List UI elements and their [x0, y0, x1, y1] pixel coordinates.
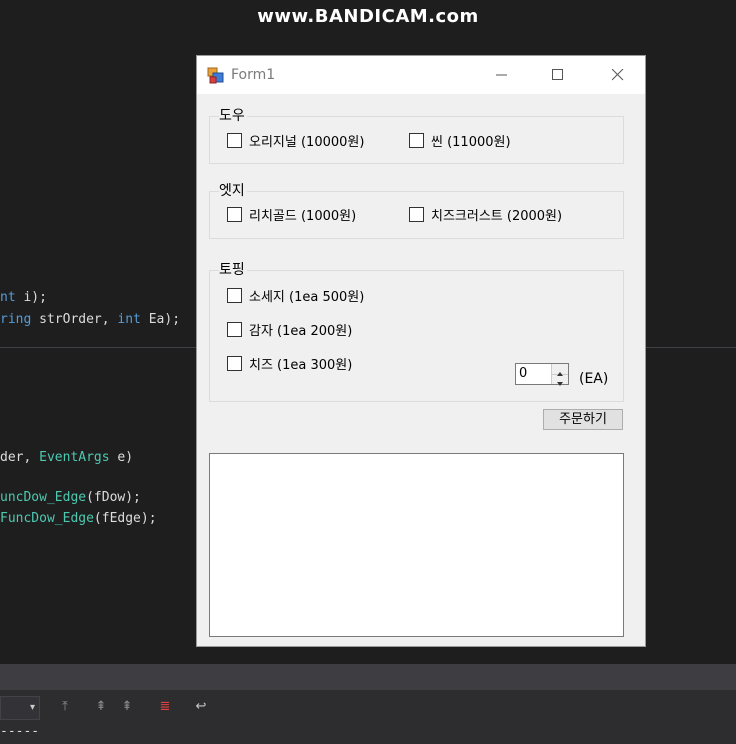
order-button[interactable]: 주문하기 [543, 409, 623, 430]
order-result-textbox[interactable] [209, 453, 624, 637]
topping-potato-checkbox[interactable] [227, 322, 242, 337]
edge-group-label: 엣지 [219, 180, 247, 200]
code-text: i); [15, 290, 47, 305]
code-text: (fDow); [86, 490, 141, 505]
code-type: EventArgs [39, 450, 110, 465]
goto-next-icon[interactable]: ⇞ [92, 698, 110, 716]
dough-original-label[interactable]: 오리지널 (10000원) [249, 131, 364, 150]
code-line: uncDow_Edge(fDow); [0, 490, 141, 505]
dough-original-checkbox[interactable] [227, 133, 242, 148]
edge-cheesecrust-label[interactable]: 치즈크러스트 (2000원) [431, 205, 562, 224]
goto-next-alt-icon[interactable]: ⇞ [118, 698, 136, 716]
code-type: uncDow_Edge [0, 490, 87, 505]
minimize-icon [496, 74, 507, 76]
topping-sausage-checkbox[interactable] [227, 288, 242, 303]
output-panel-header [0, 664, 736, 690]
code-text: der, [0, 450, 40, 465]
stepper-down-button[interactable] [552, 374, 568, 386]
code-text: Ea); [140, 312, 181, 327]
dough-group-label: 도우 [219, 105, 247, 125]
code-text: strOrder, [31, 312, 118, 327]
topping-cheese-checkbox[interactable] [227, 356, 242, 371]
chevron-down-icon: ▾ [29, 702, 35, 713]
code-line: FuncDow_Edge(fEdge); [0, 511, 157, 526]
goto-previous-icon[interactable]: ⤒ [56, 698, 74, 716]
code-text: e) [109, 450, 134, 465]
code-line: der, EventArgs e) [0, 450, 133, 465]
window-title: Form1 [231, 67, 276, 83]
quantity-value[interactable]: 0 [519, 366, 527, 381]
topping-cheese-label[interactable]: 치즈 (1ea 300원) [249, 354, 352, 373]
code-line: ring strOrder, int Ea); [0, 312, 180, 327]
clear-all-icon[interactable]: ≣ [156, 698, 174, 716]
code-text: (fEdge); [93, 511, 157, 526]
output-text: ----- [0, 724, 40, 739]
minimize-button[interactable] [479, 56, 525, 94]
quantity-unit-label: (EA) [579, 371, 609, 387]
close-button[interactable] [595, 56, 641, 94]
app-icon [207, 67, 224, 84]
code-keyword: ring [0, 312, 32, 327]
form-window: Form1 도우 오리지널 (10000원) 씬 (11000원) 엣지 리치골… [196, 55, 646, 647]
stepper-buttons [551, 364, 568, 386]
close-icon [612, 69, 624, 81]
maximize-button[interactable] [535, 56, 581, 94]
word-wrap-icon[interactable]: ↩ [192, 698, 210, 716]
topping-sausage-label[interactable]: 소세지 (1ea 500원) [249, 286, 364, 305]
dough-thin-label[interactable]: 씬 (11000원) [431, 131, 511, 150]
code-keyword: nt [0, 290, 16, 305]
maximize-icon [552, 69, 563, 80]
code-keyword: int [117, 312, 141, 327]
code-line: nt i); [0, 290, 47, 305]
title-bar[interactable]: Form1 [197, 56, 645, 94]
output-source-dropdown[interactable]: ▾ [0, 696, 40, 720]
edge-cheesecrust-checkbox[interactable] [409, 207, 424, 222]
edge-richgold-label[interactable]: 리치골드 (1000원) [249, 205, 356, 224]
quantity-stepper[interactable]: 0 [515, 363, 569, 386]
code-type: FuncDow_Edge [0, 511, 94, 526]
edge-richgold-checkbox[interactable] [227, 207, 242, 222]
dough-thin-checkbox[interactable] [409, 133, 424, 148]
arrow-down-icon [557, 382, 563, 386]
topping-group-label: 토핑 [219, 259, 247, 279]
topping-potato-label[interactable]: 감자 (1ea 200원) [249, 320, 352, 339]
watermark: www.BANDICAM.com [257, 6, 479, 27]
